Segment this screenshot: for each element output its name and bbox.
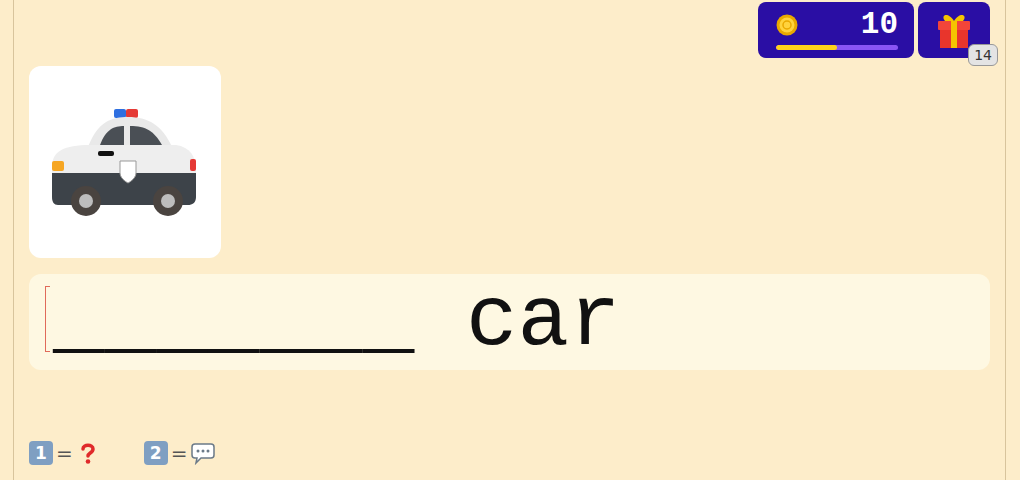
coin-progress-fill: [776, 45, 837, 50]
coin-count: 10: [861, 10, 898, 40]
question-icon: [76, 441, 100, 465]
coin-counter: 10: [758, 2, 914, 58]
word-known-part: car: [466, 272, 621, 370]
speech-bubble-icon: [191, 441, 215, 465]
word-blanks: _______: [53, 272, 414, 370]
word-puzzle: _______ car: [53, 278, 621, 364]
hint-item: 2=: [144, 438, 215, 468]
hint-legend: 1=2=: [29, 438, 990, 468]
gift-icon: [936, 11, 972, 49]
gift-count-badge: 14: [968, 44, 998, 66]
equals-sign: =: [171, 438, 188, 468]
picture-card: [29, 66, 221, 258]
coin-icon: [776, 14, 798, 36]
word-box[interactable]: _______ car: [29, 274, 990, 370]
key-cap: 2: [144, 441, 168, 465]
hint-item: 1=: [29, 438, 100, 468]
coin-progress: [776, 45, 898, 50]
equals-sign: =: [56, 438, 73, 468]
gift-button[interactable]: 14: [918, 2, 990, 58]
game-panel: 10 14: [13, 0, 1006, 480]
police-car-icon: [50, 107, 200, 217]
top-bar: 10 14: [29, 2, 990, 58]
key-cap: 1: [29, 441, 53, 465]
text-cursor: [45, 286, 50, 352]
